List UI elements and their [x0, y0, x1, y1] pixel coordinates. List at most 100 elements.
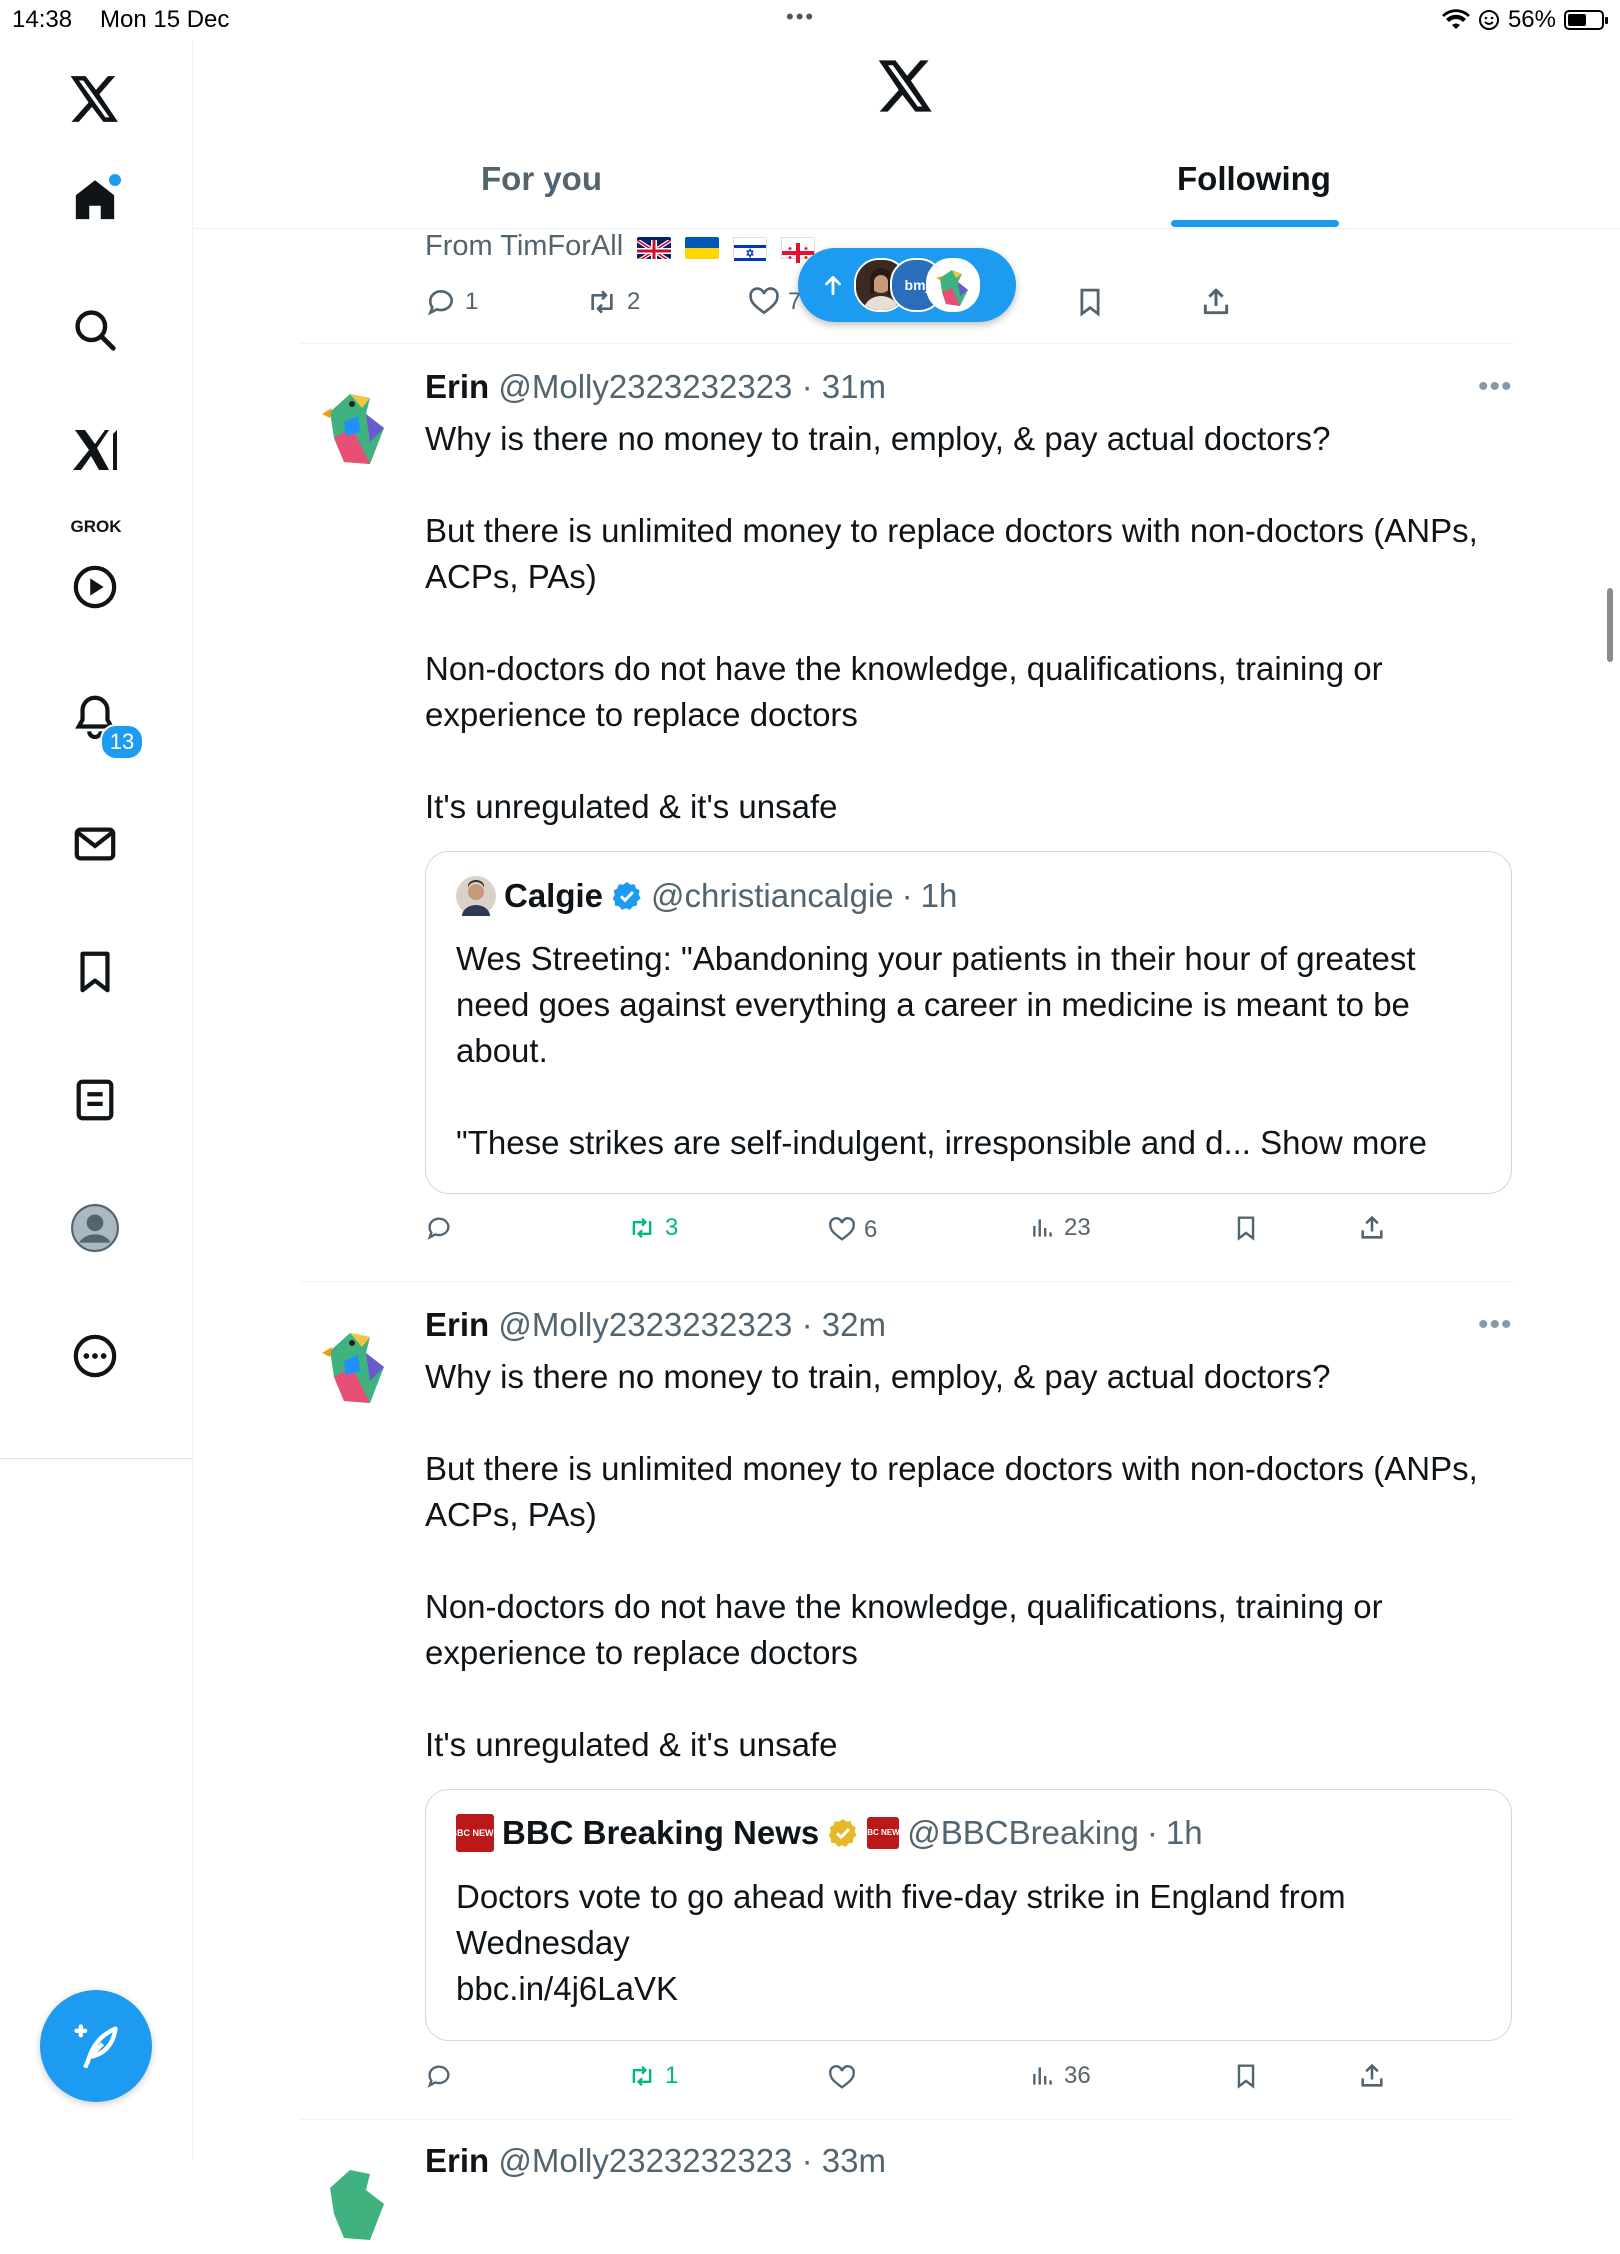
tab-following[interactable]: Following — [1177, 160, 1331, 198]
prev-repost-button[interactable]: 2 — [585, 286, 640, 318]
feed-divider — [300, 343, 1513, 344]
wifi-icon — [1441, 9, 1470, 29]
tweet-2-more-icon[interactable]: ••• — [1478, 1308, 1513, 1342]
ukraine-flag-icon — [685, 237, 720, 260]
tweet-1-quote-card[interactable]: Calgie @christiancalgie · 1h Wes Streeting… — [425, 851, 1512, 1194]
sidebar: GROK 13 — [0, 40, 193, 2160]
tweet-3-handle[interactable]: @Molly2323232323 — [498, 2142, 792, 2179]
grok-icon[interactable] — [63, 418, 127, 482]
x-header-logo-icon[interactable] — [878, 60, 934, 117]
tweet-2-paragraph: Non-doctors do not have the knowledge, q… — [425, 1588, 1383, 1671]
share-icon — [1361, 2064, 1383, 2087]
home-icon[interactable] — [63, 168, 127, 232]
tab-for-you[interactable]: For you — [481, 160, 602, 198]
compose-post-button[interactable] — [40, 1990, 152, 2102]
tweet-2-bookmark-button[interactable] — [1233, 2062, 1259, 2090]
tweet-2-handle[interactable]: @Molly2323232323 — [498, 1306, 792, 1343]
tweet-1-more-icon[interactable]: ••• — [1478, 370, 1513, 404]
arrow-up-icon — [825, 276, 841, 296]
active-tab-indicator — [1171, 220, 1339, 227]
quote-2-name: BBC Breaking News — [502, 1814, 820, 1851]
multitasking-dots-icon[interactable]: ••• — [786, 4, 815, 30]
tweet-1-reply-button[interactable] — [425, 1214, 453, 1242]
prev-bookmark-button[interactable] — [1075, 286, 1105, 318]
messages-envelope-icon[interactable] — [63, 812, 127, 876]
tweet-2-share-button[interactable] — [1358, 2062, 1386, 2090]
from-line-text: From TimForAll — [425, 230, 624, 262]
like-heart-icon — [829, 1217, 855, 1241]
home-unread-dot — [109, 174, 121, 186]
status-time: 14:38 — [12, 6, 73, 33]
search-icon[interactable] — [63, 298, 127, 362]
profile-avatar-icon[interactable] — [63, 1196, 127, 1260]
tweet-2-time[interactable]: 32m — [822, 1306, 886, 1343]
focus-smile-icon — [1478, 10, 1499, 30]
tweet-1-repost-button[interactable]: 3 — [627, 1214, 678, 1242]
more-options-circle-icon[interactable] — [63, 1324, 127, 1388]
tweet-2-views-button[interactable]: 36 — [1030, 2062, 1091, 2090]
tweet-1-name[interactable]: Erin — [425, 368, 489, 405]
tweet-3-time[interactable]: 33m — [822, 2142, 886, 2179]
tweet-2-like-button[interactable] — [828, 2064, 864, 2092]
uk-flag-icon — [637, 237, 672, 260]
quote-1-time: 1h — [920, 877, 958, 914]
reply-icon — [427, 290, 453, 316]
tweet-1-header: Erin @Molly2323232323 · 31m — [425, 368, 886, 405]
reply-icon — [427, 2065, 450, 2088]
feed-divider — [300, 2119, 1513, 2120]
tweet-1-share-button[interactable] — [1358, 1214, 1386, 1242]
tweet-3-avatar[interactable] — [300, 2148, 406, 2254]
reply-icon — [427, 1217, 450, 1240]
tweet-1-time[interactable]: 31m — [822, 368, 886, 405]
grok-label: GROK — [70, 517, 122, 536]
flag-icons — [637, 231, 821, 264]
prev-reply-button[interactable]: 1 — [425, 286, 478, 318]
prev-share-button[interactable] — [1200, 286, 1232, 318]
x-logo-icon[interactable] — [63, 67, 127, 131]
quote-2-link[interactable]: bbc.in/4j6LaVK — [456, 1966, 1476, 2012]
video-play-icon[interactable] — [63, 555, 127, 619]
tweet-1-avatar[interactable] — [300, 372, 406, 478]
quote-1-name: Calgie — [504, 877, 604, 914]
lists-icon[interactable] — [63, 1068, 127, 1132]
tweet-1-paragraph: Non-doctors do not have the knowledge, q… — [425, 650, 1383, 733]
scrollbar[interactable] — [1607, 588, 1613, 662]
tweet-1-handle[interactable]: @Molly2323232323 — [498, 368, 792, 405]
quote-2-text: Doctors vote to go ahead with five-day s… — [456, 1874, 1476, 2012]
pill-avatar-eagle — [926, 258, 980, 312]
status-bar: 14:38 Mon 15 Dec ••• 56% — [0, 0, 1620, 40]
status-right: 56% — [1441, 6, 1608, 34]
top-header: For you Following — [193, 40, 1620, 229]
quote-1-handle: @christiancalgie — [651, 877, 894, 914]
verified-gold-badge-icon — [828, 1819, 857, 1847]
tweet-2-views-count: 36 — [1064, 2062, 1091, 2089]
bbc-affiliate-badge-icon: BBC NEWS — [861, 1817, 905, 1849]
tweet-1-views-button[interactable]: 23 — [1030, 1214, 1091, 1242]
bbc-news-logo-icon: BBC NEWS — [451, 1814, 500, 1852]
bookmarks-icon[interactable] — [63, 940, 127, 1004]
tweet-2-paragraph: Why is there no money to train, employ, … — [425, 1358, 1331, 1395]
views-chart-icon — [1033, 1219, 1052, 1237]
prev-like-button[interactable]: 7 — [748, 286, 801, 318]
feed-divider — [300, 1281, 1513, 1282]
tweet-1-like-button[interactable]: 6 — [828, 1216, 877, 1244]
tweet-1-repost-count: 3 — [665, 1214, 679, 1241]
tweet-2-avatar[interactable] — [300, 1311, 406, 1417]
repost-icon — [591, 290, 613, 314]
repost-icon — [632, 2065, 652, 2087]
new-posts-pill[interactable]: bmj — [798, 248, 1016, 322]
tweet-2-name[interactable]: Erin — [425, 1306, 489, 1343]
tweet-1-paragraph: Why is there no money to train, employ, … — [425, 420, 1331, 457]
quote-2-time: 1h — [1165, 1814, 1203, 1851]
from-line: From TimForAll — [425, 230, 821, 264]
quote-1-text: Wes Streeting: "Abandoning your patients… — [456, 936, 1476, 1166]
tweet-2-quote-card[interactable]: BBC NEWS BBC Breaking News BBC NEWS @BBC… — [425, 1789, 1512, 2041]
tweet-2-reply-button[interactable] — [425, 2062, 453, 2090]
tweet-3-name[interactable]: Erin — [425, 2142, 489, 2179]
tweet-2-repost-button[interactable]: 1 — [627, 2062, 678, 2090]
tweet-1-views-count: 23 — [1064, 1214, 1091, 1241]
tweet-1-bookmark-button[interactable] — [1233, 1214, 1259, 1242]
tweet-1-text: Why is there no money to train, employ, … — [425, 416, 1485, 830]
quote-1-avatar — [456, 876, 496, 916]
share-icon — [1361, 1216, 1383, 1239]
